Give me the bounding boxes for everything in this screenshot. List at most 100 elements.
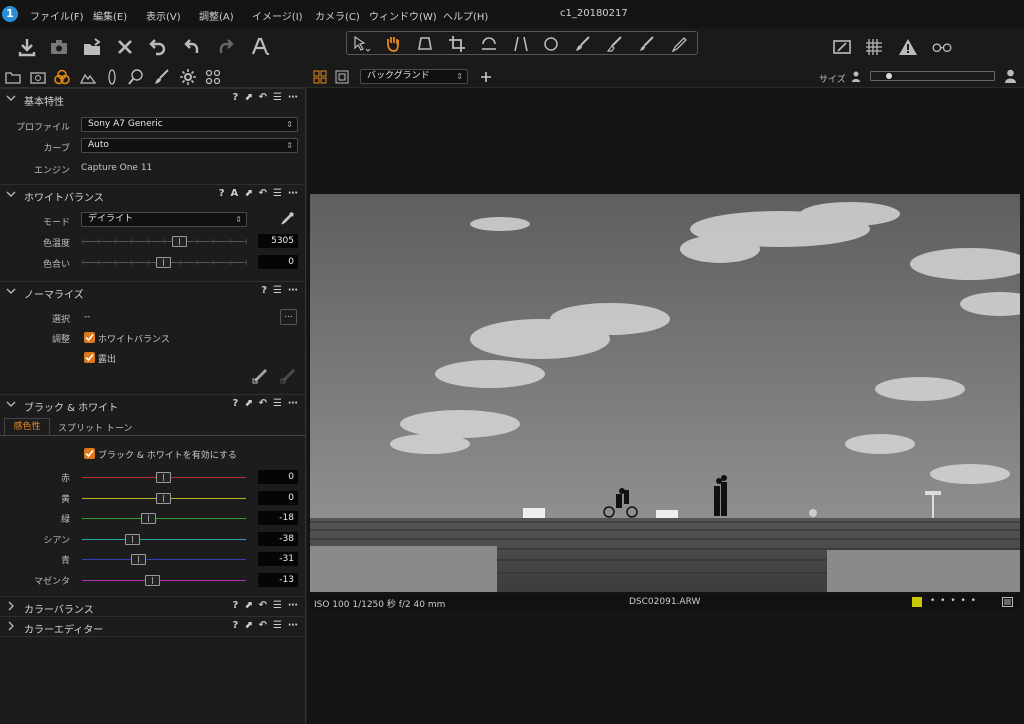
tab-sensitivity[interactable]: 感色性	[4, 418, 50, 435]
brush-icon[interactable]	[573, 34, 593, 54]
eyedropper-mask-icon[interactable]	[669, 34, 689, 54]
reset-icon[interactable]: ↶	[259, 92, 267, 103]
slider-thumb[interactable]	[172, 236, 188, 247]
color-tab-icon[interactable]	[53, 68, 71, 86]
undo-history-icon[interactable]	[145, 34, 171, 60]
bw-channel-slider[interactable]	[82, 533, 246, 545]
menu-camera[interactable]: カメラ(C)	[315, 8, 360, 23]
size-slider-thumb[interactable]	[885, 73, 892, 79]
redo-icon[interactable]	[213, 34, 239, 60]
bw-channel-slider[interactable]	[82, 492, 246, 504]
copy-apply-icon[interactable]: ⬈	[244, 398, 252, 409]
background-select[interactable]: バックグランド ⇕	[360, 69, 468, 84]
section-color-balance[interactable]: カラーバランス ? ⬈ ↶ ☰ ⋯	[0, 596, 306, 616]
reset-icon[interactable]: ↶	[259, 398, 267, 409]
reset-icon[interactable]: ↶	[259, 188, 267, 199]
capture-tab-icon[interactable]	[29, 68, 47, 86]
more-icon[interactable]: ⋯	[288, 398, 298, 409]
presets-icon[interactable]: ☰	[273, 600, 282, 611]
slider-thumb[interactable]	[156, 472, 171, 483]
help-icon[interactable]: ?	[232, 92, 238, 103]
curve-select[interactable]: Auto ⇕	[81, 138, 298, 153]
menu-help[interactable]: ヘルプ(H)	[443, 8, 488, 23]
text-tool-icon[interactable]	[247, 34, 273, 60]
rotate-icon[interactable]	[479, 34, 499, 54]
bw-channel-slider[interactable]	[82, 554, 246, 565]
slider-thumb[interactable]	[130, 554, 146, 565]
bw-channel-slider[interactable]	[82, 574, 246, 586]
slider-thumb[interactable]	[141, 513, 157, 524]
wb-picker-icon[interactable]	[279, 211, 295, 227]
size-slider[interactable]	[870, 71, 995, 81]
undo-icon[interactable]	[179, 34, 205, 60]
help-icon[interactable]: ?	[261, 285, 267, 296]
help-icon[interactable]: ?	[219, 188, 225, 199]
copy-apply-icon[interactable]: ⬈	[244, 188, 252, 199]
auto-icon[interactable]: A	[231, 188, 239, 199]
batch-tab-icon[interactable]	[204, 68, 222, 86]
copy-apply-icon[interactable]: ⬈	[244, 600, 252, 611]
capture-icon[interactable]	[46, 34, 72, 60]
bw-channel-value[interactable]: -38	[258, 531, 298, 546]
bw-channel-slider[interactable]	[82, 472, 246, 483]
more-icon[interactable]: ⋯	[288, 188, 298, 199]
pick-normalize-icon[interactable]	[251, 368, 269, 384]
more-icon[interactable]: ⋯	[288, 92, 298, 103]
loupe-icon[interactable]	[927, 34, 957, 60]
wb-temp-value[interactable]: 5305	[258, 234, 298, 248]
wb-temp-slider[interactable]	[82, 236, 247, 247]
slider-thumb[interactable]	[156, 257, 171, 268]
profile-select[interactable]: Sony A7 Generic ⇕	[81, 117, 298, 132]
color-tag[interactable]	[912, 597, 922, 607]
presets-icon[interactable]: ☰	[273, 188, 282, 199]
menu-file[interactable]: ファイル(F)	[30, 8, 84, 23]
grid-icon[interactable]	[861, 34, 887, 60]
menu-image[interactable]: イメージ(I)	[252, 8, 303, 23]
slider-thumb[interactable]	[124, 533, 140, 545]
tab-split-tone[interactable]: スプリット トーン	[58, 421, 132, 434]
wb-mode-select[interactable]: デイライト ⇕	[81, 212, 247, 227]
menu-adjust[interactable]: 調整(A)	[199, 8, 234, 23]
apply-normalize-icon[interactable]	[279, 368, 297, 384]
eraser-icon[interactable]	[605, 34, 625, 54]
exposure-warning-icon[interactable]	[895, 34, 921, 60]
slider-thumb[interactable]	[156, 492, 171, 504]
settings-tab-icon[interactable]	[179, 68, 197, 86]
wb-checkbox[interactable]	[84, 332, 95, 343]
menu-window[interactable]: ウィンドウ(W)	[369, 8, 437, 23]
section-black-white[interactable]: ブラック & ホワイト ? ⬈ ↶ ☰ ⋯	[0, 394, 306, 414]
presets-icon[interactable]: ☰	[273, 398, 282, 409]
select-cursor-icon[interactable]	[351, 34, 371, 54]
copy-apply-icon[interactable]: ⬈	[244, 92, 252, 103]
pan-hand-icon[interactable]	[383, 34, 403, 54]
menu-view[interactable]: 表示(V)	[146, 8, 181, 23]
help-icon[interactable]: ?	[232, 398, 238, 409]
more-icon[interactable]: ⋯	[288, 620, 298, 631]
help-icon[interactable]: ?	[232, 600, 238, 611]
add-icon[interactable]	[479, 70, 493, 84]
bw-channel-value[interactable]: 0	[258, 490, 298, 505]
crop-icon[interactable]	[447, 34, 467, 54]
section-color-editor[interactable]: カラーエディター ? ⬈ ↶ ☰ ⋯	[0, 616, 306, 636]
bw-channel-slider[interactable]	[82, 513, 246, 524]
wb-tint-value[interactable]: 0	[258, 255, 298, 269]
info-panel-icon[interactable]	[1002, 597, 1013, 607]
exposure-tab-icon[interactable]	[79, 68, 97, 86]
gradient-mask-icon[interactable]	[637, 34, 657, 54]
bw-channel-value[interactable]: 0	[258, 470, 298, 484]
lens-tab-icon[interactable]	[103, 68, 121, 86]
star-rating[interactable]: • • • • •	[930, 596, 977, 606]
reset-icon[interactable]: ↶	[259, 600, 267, 611]
bw-channel-value[interactable]: -13	[258, 572, 298, 587]
section-normalize[interactable]: ノーマライズ ? ☰ ⋯	[0, 281, 306, 301]
presets-icon[interactable]: ☰	[273, 620, 282, 631]
photo-preview[interactable]	[310, 194, 1020, 592]
export-icon[interactable]	[79, 34, 105, 60]
library-tab-icon[interactable]	[4, 68, 22, 86]
section-base-characteristics[interactable]: 基本特性 ? ⬈ ↶ ☰ ⋯	[0, 88, 306, 108]
single-view-icon[interactable]	[335, 70, 349, 84]
section-white-balance[interactable]: ホワイトバランス ? A ⬈ ↶ ☰ ⋯	[0, 184, 306, 204]
crop-tool-icon[interactable]	[415, 34, 435, 54]
import-icon[interactable]	[14, 34, 40, 60]
spot-removal-icon[interactable]	[541, 34, 561, 54]
